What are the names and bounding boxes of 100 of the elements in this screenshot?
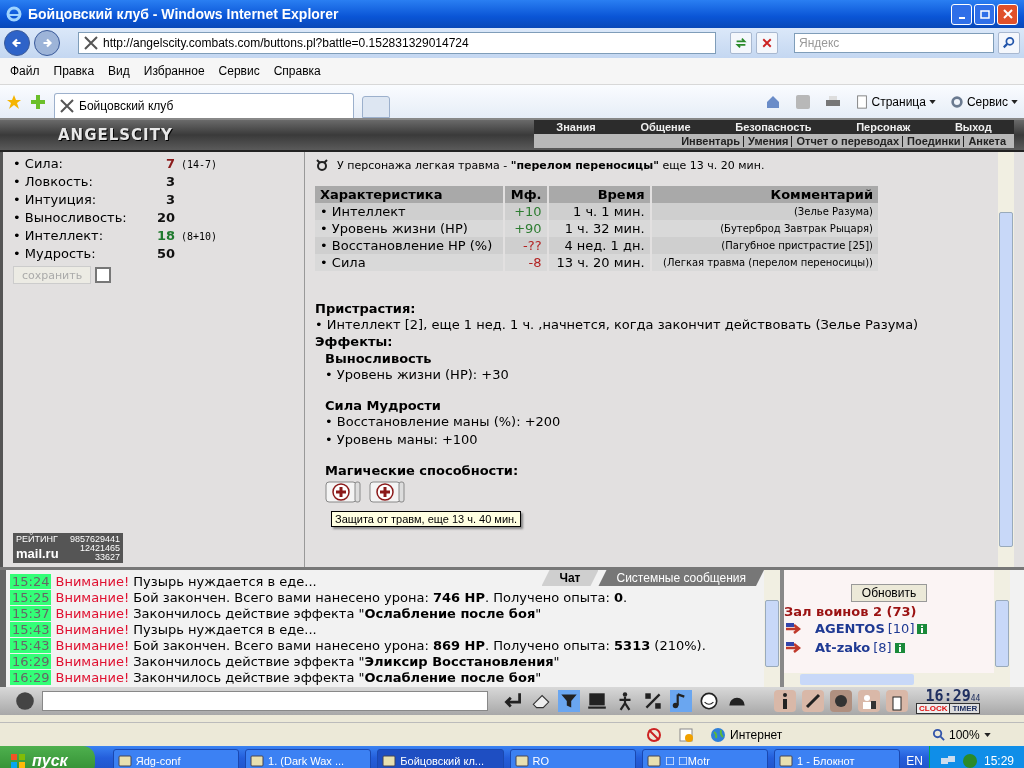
search-button[interactable] xyxy=(998,32,1020,54)
refresh-button[interactable] xyxy=(730,32,752,54)
user-name[interactable]: At-zako xyxy=(815,640,871,655)
stop-button[interactable] xyxy=(756,32,778,54)
window-icon xyxy=(250,754,265,768)
search-field[interactable]: Яндекс xyxy=(794,33,994,53)
page-menu-button[interactable]: Страница xyxy=(854,94,936,109)
tools-menu-button[interactable]: Сервис xyxy=(949,94,1018,109)
injury-notice: У персонажа легкая травма - "перелом переносицы" еще 13 ч. 20 мин. xyxy=(337,158,765,172)
nav-link[interactable]: Выход xyxy=(954,121,992,133)
info-icon[interactable] xyxy=(917,623,928,634)
browser-icon xyxy=(6,6,22,22)
language-indicator[interactable]: EN xyxy=(906,754,923,768)
table-cell: 1 ч. 32 мин. xyxy=(547,220,651,237)
info-icon[interactable] xyxy=(894,642,905,653)
chat-tab[interactable]: Системные сообщения xyxy=(598,570,764,586)
speaker-icon[interactable] xyxy=(14,690,36,712)
timer-mode-button[interactable]: TIMER xyxy=(949,703,980,713)
page-icon xyxy=(854,94,869,109)
alert-label: Внимание! xyxy=(55,622,130,637)
menu-item[interactable]: Файл xyxy=(10,64,40,78)
nav-link[interactable]: Общение xyxy=(640,121,691,133)
caret-icon xyxy=(928,99,936,104)
chat-input[interactable] xyxy=(42,691,488,711)
injury-icon xyxy=(315,158,329,172)
stat-bonus: (14-7) xyxy=(181,159,218,170)
scrollbar[interactable] xyxy=(998,152,1014,567)
info-icon[interactable] xyxy=(774,690,796,712)
nav-link[interactable]: Безопасность xyxy=(735,121,812,133)
refresh-icon xyxy=(734,36,748,50)
nav-link[interactable]: Персонаж xyxy=(856,121,911,133)
minimize-button[interactable] xyxy=(951,3,972,25)
back-arrow-icon xyxy=(10,36,24,50)
message-time: 15:25 xyxy=(10,590,52,605)
checkbox[interactable] xyxy=(95,267,111,283)
refresh-button[interactable]: Обновить xyxy=(850,584,928,602)
split-icon[interactable] xyxy=(642,690,664,712)
browser-tab[interactable]: Бойцовский клуб xyxy=(54,93,354,118)
table-cell: +10 xyxy=(503,203,548,220)
scroll-icon[interactable] xyxy=(325,480,361,504)
message-time: 15:43 xyxy=(10,638,52,653)
nav-link[interactable]: Инвентарь xyxy=(677,135,741,147)
message-text: Пузырь нуждается в еде... xyxy=(133,622,317,637)
monitor-icon[interactable] xyxy=(586,690,608,712)
effect-title: Сила Мудрости xyxy=(325,398,442,413)
scrollbar[interactable] xyxy=(994,570,1010,687)
column-header: Мф. xyxy=(503,186,548,203)
swap-icon[interactable] xyxy=(802,690,824,712)
scroll-icon[interactable] xyxy=(369,480,405,504)
rating-counter[interactable]: РЕЙТИНГ 9857629441 mail.ru 12421465 33627 xyxy=(13,533,123,563)
home-icon[interactable] xyxy=(764,93,781,110)
star-icon[interactable] xyxy=(6,93,22,110)
nav-link[interactable]: Анкета xyxy=(963,135,1006,147)
zoom-button[interactable]: 100% xyxy=(926,726,997,743)
menu-item[interactable]: Сервис xyxy=(218,64,260,78)
filter-icon[interactable] xyxy=(558,690,580,712)
taskbar-button[interactable]: Бойцовский кл... xyxy=(377,749,504,768)
clock-mode-button[interactable]: CLOCK xyxy=(917,703,950,713)
maximize-button[interactable] xyxy=(974,3,995,25)
back-button[interactable] xyxy=(4,30,30,56)
message-time: 16:29 xyxy=(10,654,52,669)
stat-label: • Ловкость: xyxy=(13,174,94,189)
scrollbar[interactable] xyxy=(764,570,780,687)
room-title: Зал воинов 2 (73) xyxy=(784,604,918,619)
forward-button[interactable] xyxy=(34,30,60,56)
taskbar-button[interactable]: 1. (Dark Wax ... xyxy=(245,749,372,768)
globe-icon xyxy=(710,726,726,743)
message-text: Закончилось действие эффекта "Ослабление после боя" xyxy=(133,670,542,685)
close-button[interactable] xyxy=(997,3,1018,25)
message-time: 15:37 xyxy=(10,606,52,621)
coin-icon[interactable] xyxy=(830,690,852,712)
scrollbar[interactable] xyxy=(784,673,994,687)
counter-hosts: 33627 xyxy=(94,553,120,562)
effect-item: • Уровень жизни (HP): +30 xyxy=(325,366,510,384)
menu-item[interactable]: Избранное xyxy=(143,64,205,78)
address-field[interactable]: http://angelscity.combats.com/buttons.pl?battle=0.152831329014724 xyxy=(78,32,716,54)
exit-door-icon[interactable] xyxy=(886,690,908,712)
window-title: Бойцовский клуб - Windows Internet Explorer xyxy=(28,6,340,22)
people-icon[interactable] xyxy=(858,690,880,712)
music-icon[interactable] xyxy=(670,690,692,712)
nav-link[interactable]: Отчет о переводах xyxy=(791,135,899,147)
user-name[interactable]: AGENTOS xyxy=(815,621,885,636)
taskbar-button[interactable]: 1 - Блокнот xyxy=(774,749,901,768)
window-icon xyxy=(646,754,661,768)
menu-item[interactable]: Вид xyxy=(108,64,130,78)
stop-icon xyxy=(761,37,773,49)
chat-tab[interactable]: Чат xyxy=(541,570,599,586)
counter-hits: 12421465 xyxy=(79,544,120,553)
taskbar-button[interactable]: RO xyxy=(509,749,636,768)
menu-item[interactable]: Правка xyxy=(53,64,95,78)
nav-link[interactable]: Умения xyxy=(743,135,789,147)
table-cell: (Зелье Разума) xyxy=(650,203,879,220)
menu-item[interactable]: Справка xyxy=(273,64,321,78)
nav-link[interactable]: Знания xyxy=(556,121,596,133)
message-text: Бой закончен. Всего вами нанесено урона: 869 HP. Получено опыта: 5313 (210%). xyxy=(133,638,706,653)
smiley-icon[interactable] xyxy=(698,690,720,712)
taskbar-button[interactable]: ☐ ☐Motr xyxy=(641,749,769,768)
alert-label: Внимание! xyxy=(55,606,130,621)
nav-link[interactable]: Поединки xyxy=(902,135,961,147)
taskbar-button[interactable]: Яdg-conf xyxy=(112,749,240,768)
